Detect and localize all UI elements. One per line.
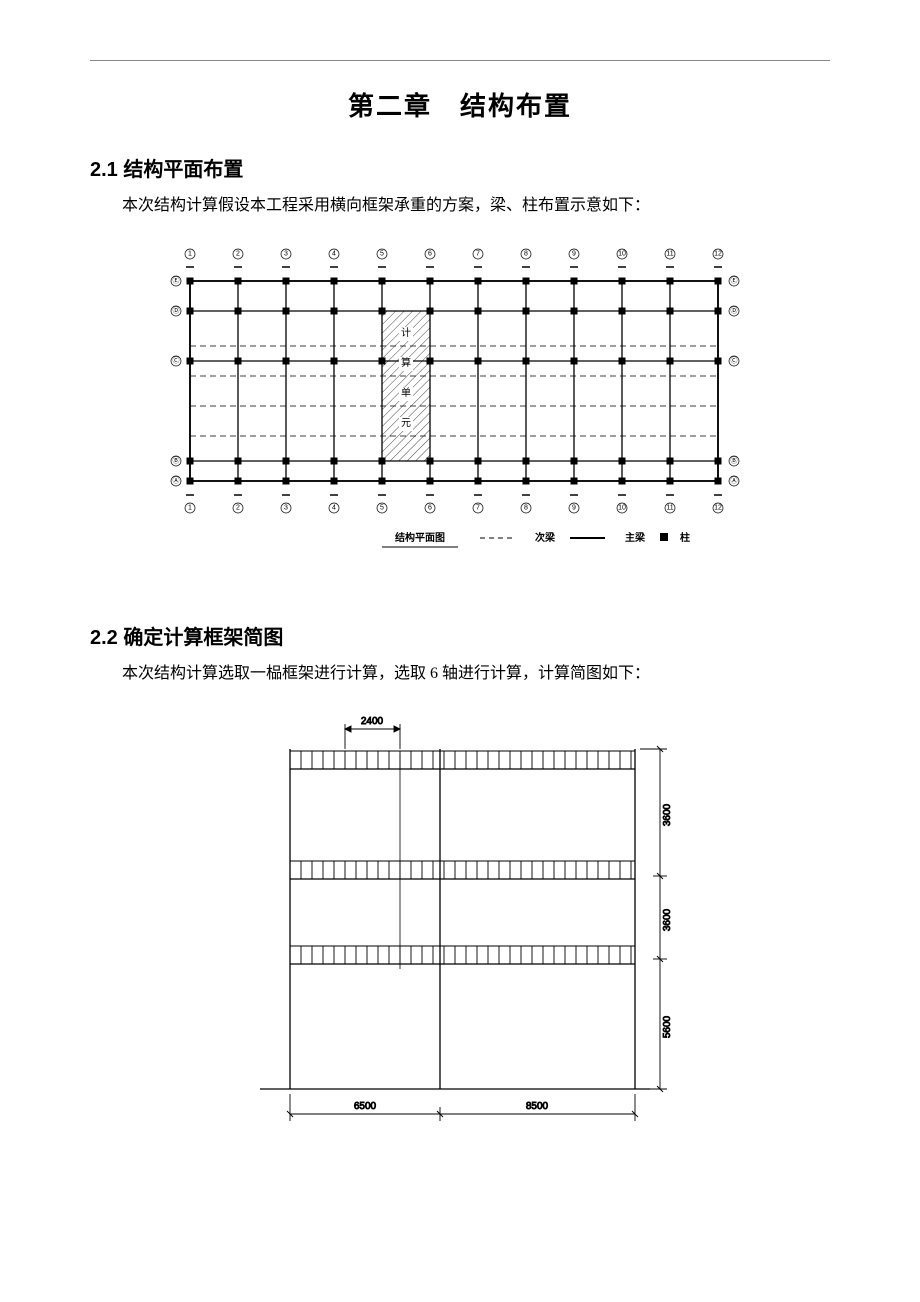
svg-text:5: 5 xyxy=(380,250,384,257)
svg-text:4: 4 xyxy=(332,250,336,257)
svg-text:10: 10 xyxy=(618,250,626,257)
svg-text:Ⓓ: Ⓓ xyxy=(731,306,738,314)
left-span-value: 6500 xyxy=(354,1101,377,1112)
svg-text:9: 9 xyxy=(572,250,576,257)
svg-text:11: 11 xyxy=(666,504,673,511)
right-dims: 5600 3600 3600 xyxy=(640,746,673,1092)
section-2-1-paragraph: 本次结构计算假设本工程采用横向框架承重的方案，梁、柱布置示意如下： xyxy=(90,192,830,221)
top-dim: 2400 xyxy=(345,716,400,749)
frame-lines xyxy=(260,749,650,1089)
svg-text:8: 8 xyxy=(524,250,528,257)
floor-slabs xyxy=(290,751,635,964)
svg-text:Ⓒ: Ⓒ xyxy=(173,356,180,364)
svg-text:12: 12 xyxy=(714,250,722,257)
story1-value: 5600 xyxy=(662,1015,673,1038)
section-2-1-title: 2.1 结构平面布置 xyxy=(90,153,830,182)
svg-text:计: 计 xyxy=(401,326,411,339)
svg-text:元: 元 xyxy=(401,418,411,429)
svg-text:Ⓓ: Ⓓ xyxy=(173,306,180,314)
svg-text:Ⓐ: Ⓐ xyxy=(731,476,738,484)
svg-text:3: 3 xyxy=(284,504,288,511)
section-2-2-title: 2.2 确定计算框架简图 xyxy=(90,621,830,650)
plan-svg: 112233445566778899101011111212 ⒺⒺⒹⒹⒸⒸⒷⒷⒶ… xyxy=(160,241,760,571)
svg-text:3: 3 xyxy=(284,250,288,257)
secondary-beams xyxy=(190,346,718,436)
svg-text:8: 8 xyxy=(524,504,528,511)
right-span-value: 8500 xyxy=(526,1101,549,1112)
svg-text:Ⓔ: Ⓔ xyxy=(173,276,180,284)
svg-text:Ⓔ: Ⓔ xyxy=(731,276,738,284)
svg-text:2: 2 xyxy=(236,250,240,257)
frame-figure: 2400 6500 8500 5600 3600 3600 xyxy=(90,709,830,1139)
story3-value: 3600 xyxy=(662,803,673,826)
svg-text:Ⓑ: Ⓑ xyxy=(731,456,738,464)
legend-column: 柱 xyxy=(680,531,690,544)
chapter-title: 第二章 结构布置 xyxy=(90,86,830,123)
legend-secondary: 次梁 xyxy=(535,531,556,544)
svg-text:Ⓑ: Ⓑ xyxy=(173,456,180,464)
svg-text:1: 1 xyxy=(188,250,192,257)
legend-main: 主梁 xyxy=(625,531,646,544)
plan-figure: 112233445566778899101011111212 ⒺⒺⒹⒹⒸⒸⒷⒷⒶ… xyxy=(90,241,830,571)
calc-unit-zone: 计算单元 xyxy=(382,311,430,461)
plan-grid: 112233445566778899101011111212 ⒺⒺⒹⒹⒸⒸⒷⒷⒶ… xyxy=(171,249,739,513)
svg-text:1: 1 xyxy=(188,504,192,511)
section-2-2-paragraph: 本次结构计算选取一榀框架进行计算，选取 6 轴进行计算，计算简图如下： xyxy=(90,660,830,689)
svg-text:5: 5 xyxy=(380,504,384,511)
svg-text:算: 算 xyxy=(401,356,411,369)
svg-text:Ⓐ: Ⓐ xyxy=(173,476,180,484)
svg-text:9: 9 xyxy=(572,504,576,511)
svg-text:12: 12 xyxy=(714,504,722,511)
columns xyxy=(187,277,722,484)
svg-text:6: 6 xyxy=(428,504,432,511)
svg-text:单: 单 xyxy=(401,387,411,399)
svg-text:7: 7 xyxy=(476,504,480,511)
plan-caption: 结构平面图 xyxy=(395,531,445,544)
frame-svg: 2400 6500 8500 5600 3600 3600 xyxy=(230,709,690,1139)
svg-text:Ⓒ: Ⓒ xyxy=(731,356,738,364)
svg-text:6: 6 xyxy=(428,250,432,257)
svg-text:2: 2 xyxy=(236,504,240,511)
svg-text:7: 7 xyxy=(476,250,480,257)
svg-text:10: 10 xyxy=(618,504,626,511)
top-dim-value: 2400 xyxy=(361,716,384,727)
story2-value: 3600 xyxy=(662,908,673,931)
svg-text:11: 11 xyxy=(666,250,673,257)
svg-text:4: 4 xyxy=(332,504,336,511)
bottom-dims: 6500 8500 xyxy=(287,1094,638,1121)
plan-legend: 结构平面图 次梁 主梁 柱 xyxy=(382,531,690,547)
top-rule xyxy=(90,60,830,61)
